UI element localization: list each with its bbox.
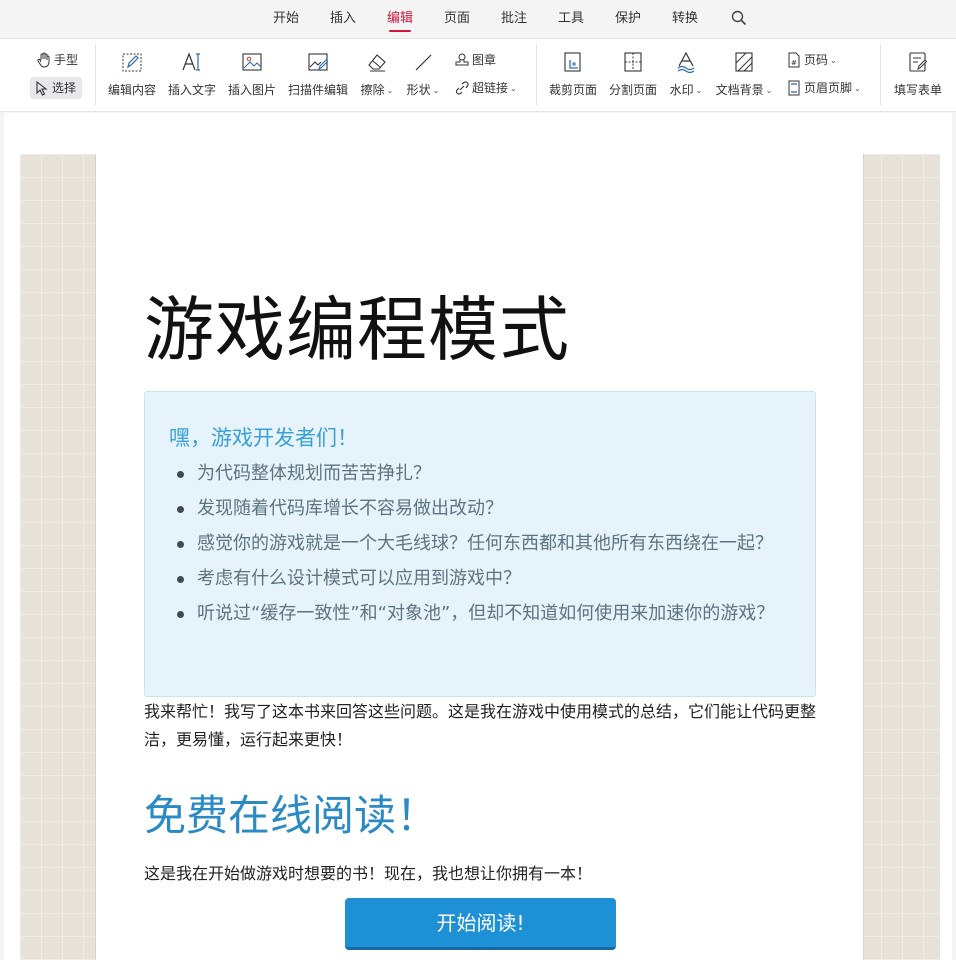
tab-start[interactable]: 开始 [273, 0, 299, 38]
tab-convert[interactable]: 转换 [672, 0, 698, 38]
insert-text-icon [182, 52, 200, 71]
hyperlink-dropdown[interactable]: 超链接 ⌄ [450, 77, 517, 99]
background-icon [735, 52, 753, 72]
edit-content-label: 编辑内容 [107, 83, 156, 97]
tab-comment[interactable]: 批注 [501, 0, 527, 38]
edit-content-icon [122, 53, 142, 72]
page-number-icon: # [788, 52, 800, 68]
chevron-down-icon: ⌄ [510, 84, 517, 93]
ribbon-separator [880, 45, 881, 105]
header-footer-dropdown[interactable]: 页眉页脚 ⌄ [782, 77, 861, 99]
ribbon-toolbar: 手型 选择 编辑内容 插入文字 插入图片 扫描件编辑 擦除 ⌄ 形状 ⌄ 图章 超链… [0, 38, 956, 112]
scan-edit-icon [308, 53, 329, 71]
stamp-label: 图章 [472, 53, 497, 67]
stamp-button[interactable]: 图章 [450, 49, 496, 71]
header-footer-icon [788, 80, 800, 96]
tab-insert[interactable]: 插入 [330, 0, 356, 38]
chevron-down-icon: ⌄ [695, 86, 703, 95]
header-footer-label: 页眉页脚 [804, 81, 853, 95]
erase-dropdown[interactable]: 擦除 ⌄ [356, 39, 398, 113]
watermark-label: 水印 [669, 83, 694, 97]
erase-label: 擦除 [360, 83, 385, 97]
insert-image-icon [242, 53, 262, 71]
hand-tool-button[interactable]: 手型 [32, 49, 78, 71]
tab-protect[interactable]: 保护 [615, 0, 641, 38]
page-number-dropdown[interactable]: # 页码 ⌄ [782, 49, 837, 71]
search-icon[interactable] [731, 10, 747, 26]
doc-background-label: 文档背景 [715, 83, 764, 97]
insert-image-button[interactable]: 插入图片 [224, 39, 280, 113]
scan-edit-button[interactable]: 扫描件编辑 [284, 39, 352, 113]
list-item: 发现随着代码库增长不容易做出改动？ [169, 497, 789, 521]
page-background: 游戏编程模式 嘿，游戏开发者们！ 为代码整体规划而苦苦挣扎？ 发现随着代码库增长… [20, 154, 940, 960]
read-online-paragraph: 这是我在开始做游戏时想要的书！现在，我也想让你拥有一本！ [144, 864, 593, 883]
intro-paragraph: 我来帮忙！我写了这本书来回答这些问题。这是我在游戏中使用模式的总结，它们能让代码… [144, 702, 817, 749]
document-page: 游戏编程模式 嘿，游戏开发者们！ 为代码整体规划而苦苦挣扎？ 发现随着代码库增长… [4, 113, 952, 960]
insert-text-button[interactable]: 插入文字 [164, 39, 220, 113]
watermark-dropdown[interactable]: 水印 ⌄ [665, 39, 707, 113]
chevron-down-icon: ⌄ [765, 86, 773, 95]
list-item: 听说过“缓存一致性”和“对象池”，但却不知道如何使用来加速你的游戏？ [169, 602, 789, 626]
shape-label: 形状 [406, 83, 431, 97]
svg-text:#: # [791, 59, 797, 67]
watermark-icon [677, 51, 695, 73]
callout-list: 为代码整体规划而苦苦挣扎？ 发现随着代码库增长不容易做出改动？ 感觉你的游戏就是… [169, 462, 789, 637]
eraser-icon [368, 54, 386, 72]
chevron-down-icon: ⌄ [432, 86, 440, 95]
split-page-label: 分割页面 [608, 83, 657, 97]
menu-bar: 开始 插入 编辑 页面 批注 工具 保护 转换 [0, 0, 956, 38]
fill-form-icon [909, 52, 928, 72]
crop-page-icon [564, 52, 581, 72]
line-shape-icon [415, 54, 432, 71]
scan-edit-label: 扫描件编辑 [287, 83, 348, 97]
list-item: 感觉你的游戏就是一个大毛线球？任何东西都和其他所有东西绕在一起？ [169, 532, 789, 556]
crop-page-label: 裁剪页面 [548, 83, 597, 97]
crop-page-button[interactable]: 裁剪页面 [545, 39, 601, 113]
chevron-down-icon: ⌄ [830, 56, 837, 65]
hand-tool-label: 手型 [54, 53, 79, 67]
chevron-down-icon: ⌄ [854, 84, 861, 93]
hand-icon [37, 52, 50, 68]
split-page-button[interactable]: 分割页面 [605, 39, 661, 113]
split-page-icon [624, 52, 642, 72]
select-tool-button[interactable]: 选择 [30, 77, 83, 99]
ribbon-separator [95, 45, 96, 105]
start-reading-button[interactable]: 开始阅读! [345, 898, 616, 950]
page-content: 游戏编程模式 嘿，游戏开发者们！ 为代码整体规划而苦苦挣扎？ 发现随着代码库增长… [95, 154, 864, 960]
fill-form-label: 填写表单 [893, 83, 942, 97]
tab-tools[interactable]: 工具 [558, 0, 584, 38]
list-item: 考虑有什么设计模式可以应用到游戏中？ [169, 567, 789, 591]
list-item: 为代码整体规划而苦苦挣扎？ [169, 462, 789, 486]
edit-content-button[interactable]: 编辑内容 [104, 39, 160, 113]
callout-box: 嘿，游戏开发者们！ 为代码整体规划而苦苦挣扎？ 发现随着代码库增长不容易做出改动… [144, 391, 816, 697]
cursor-arrow-icon [36, 80, 48, 96]
document-title: 游戏编程模式 [144, 289, 570, 371]
insert-image-label: 插入图片 [227, 83, 276, 97]
insert-text-label: 插入文字 [167, 83, 216, 97]
callout-heading: 嘿，游戏开发者们！ [169, 426, 358, 450]
select-tool-label: 选择 [52, 81, 77, 95]
document-area[interactable]: 游戏编程模式 嘿，游戏开发者们！ 为代码整体规划而苦苦挣扎？ 发现随着代码库增长… [0, 113, 956, 960]
page-number-label: 页码 [804, 53, 829, 67]
chevron-down-icon: ⌄ [386, 86, 394, 95]
ribbon-separator [536, 45, 537, 105]
shape-dropdown[interactable]: 形状 ⌄ [402, 39, 444, 113]
hyperlink-label: 超链接 [472, 81, 509, 95]
doc-background-dropdown[interactable]: 文档背景 ⌄ [711, 39, 777, 113]
fill-form-button[interactable]: 填写表单 [890, 39, 946, 113]
read-online-heading: 免费在线阅读！ [144, 791, 439, 840]
stamp-icon [455, 53, 469, 66]
tab-edit[interactable]: 编辑 [387, 0, 413, 38]
tab-page[interactable]: 页面 [444, 0, 470, 38]
link-icon [455, 81, 469, 95]
